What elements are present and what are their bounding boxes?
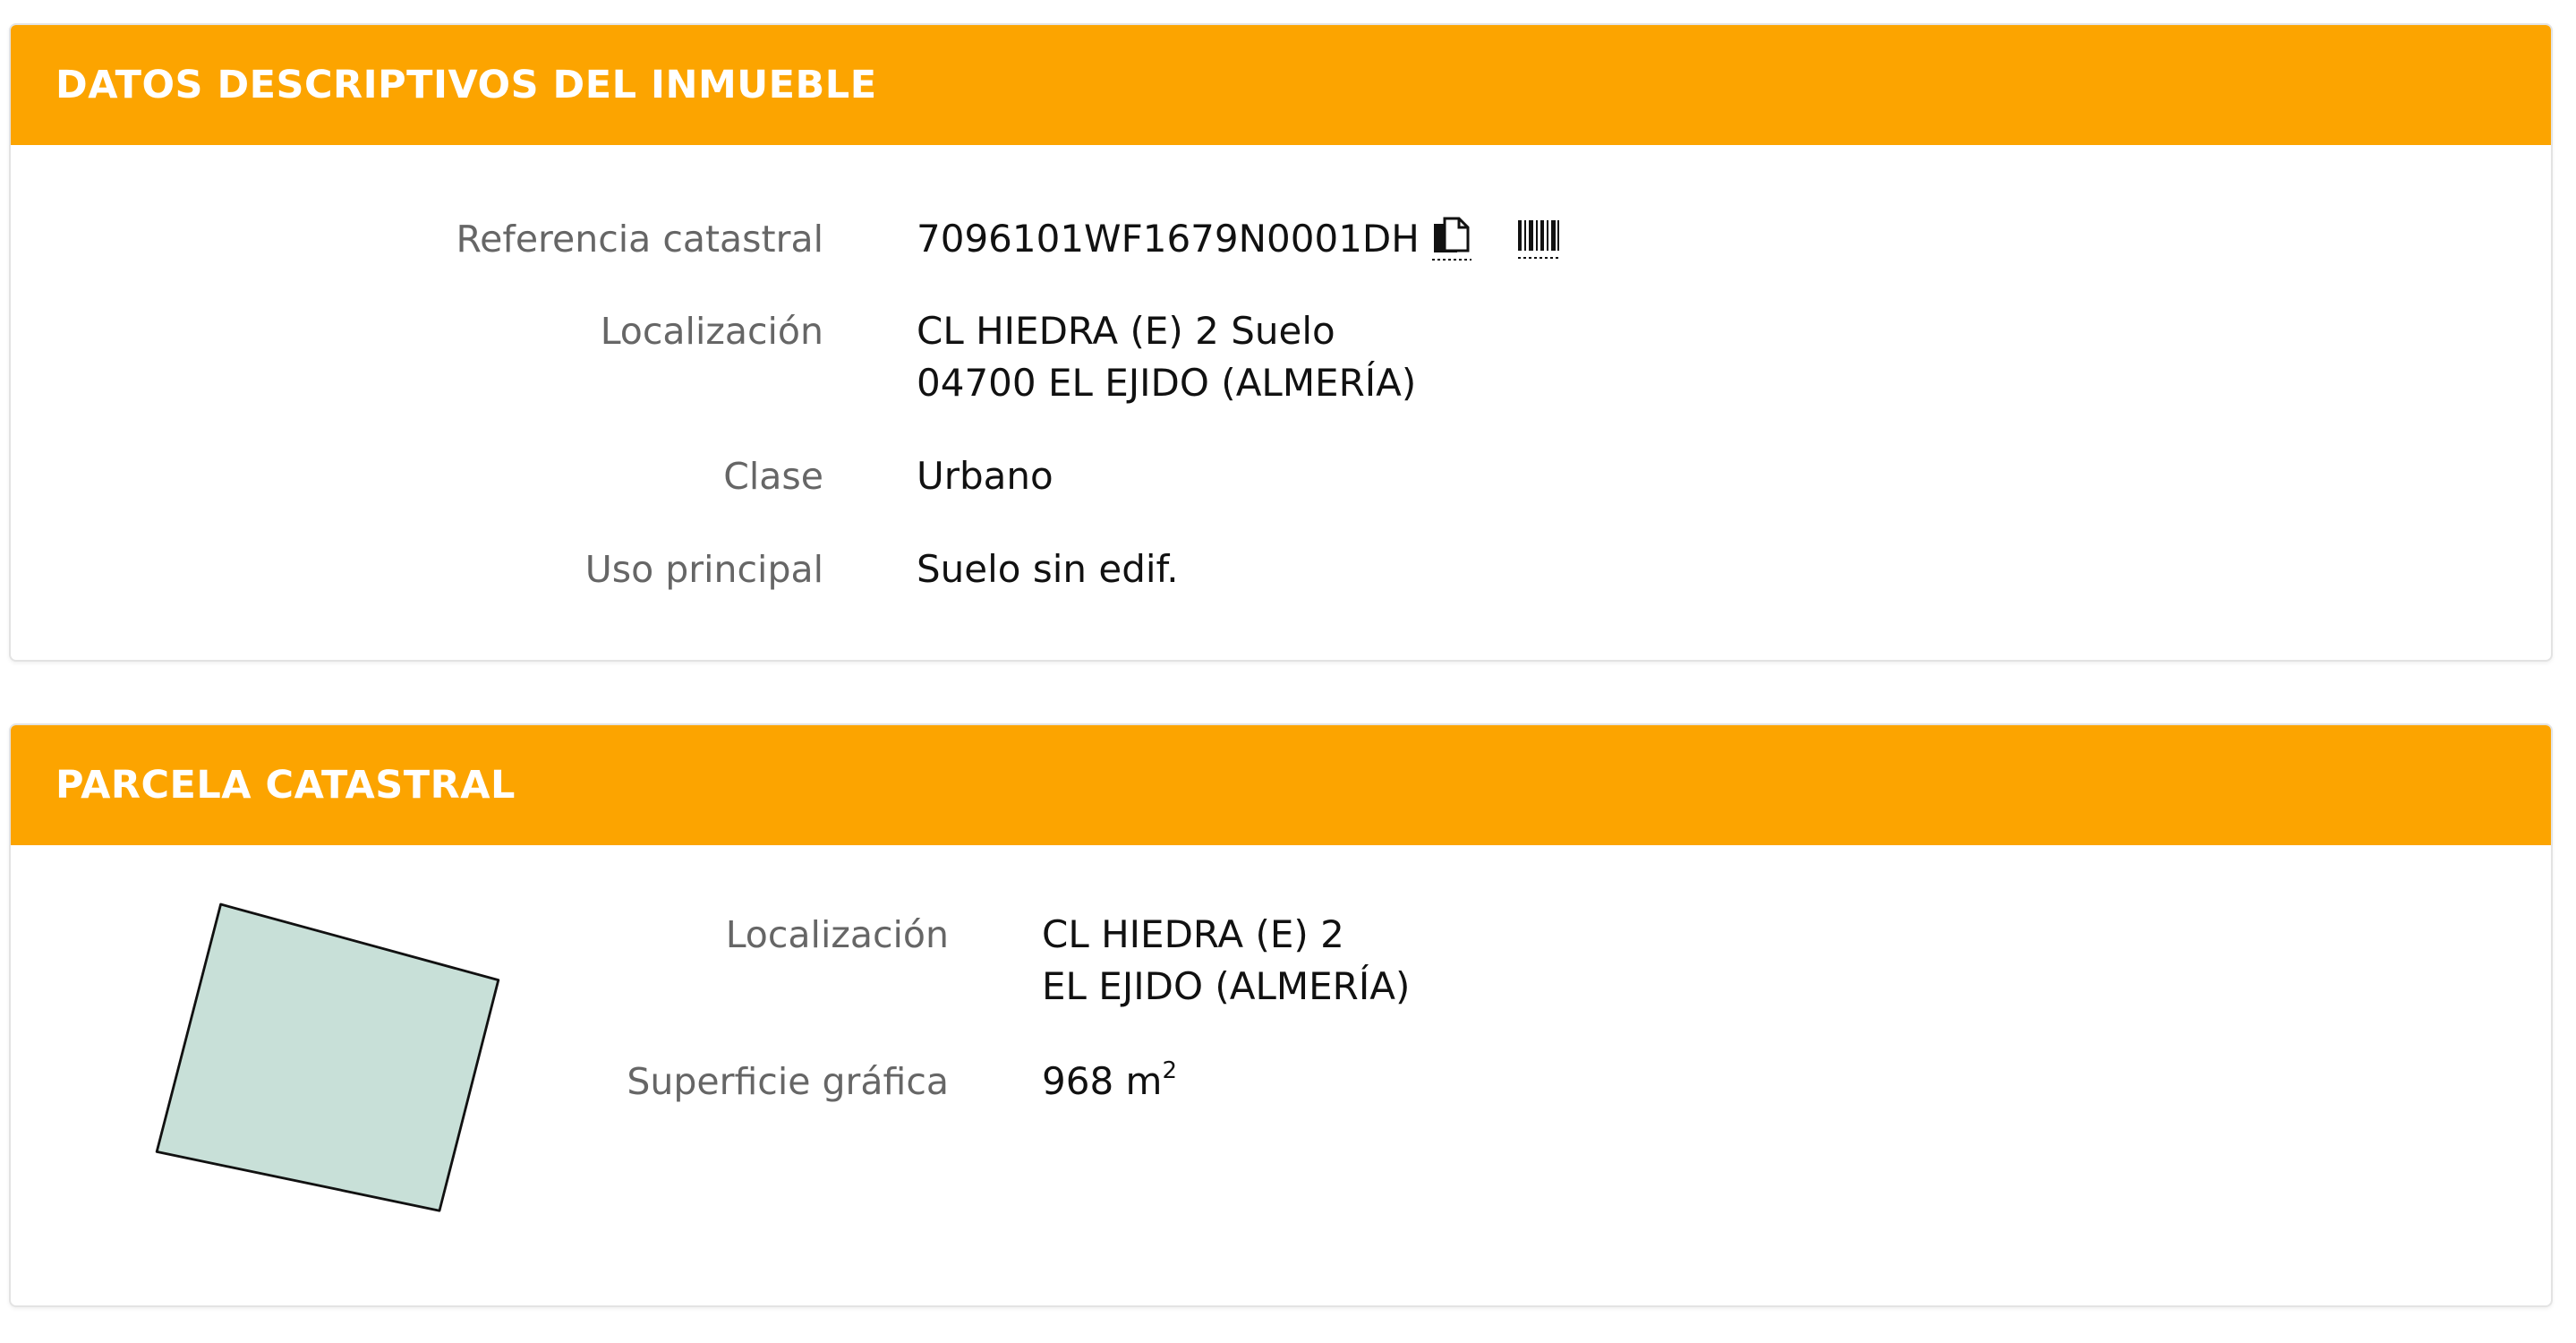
class-label: Clase	[723, 455, 823, 498]
graphic-area-exponent: 2	[1162, 1057, 1177, 1084]
parcel-location-label: Localización	[725, 913, 949, 956]
descriptive-data-header: DATOS DESCRIPTIVOS DEL INMUEBLE	[11, 25, 2551, 145]
copy-icon[interactable]	[1430, 215, 1473, 263]
cadastral-reference-row: 7096101WF1679N0001DH	[917, 213, 1561, 265]
parcel-shape-image[interactable]	[145, 891, 503, 1276]
cadastral-parcel-header: PARCELA CATASTRAL	[11, 725, 2551, 845]
cadastral-reference-label: Referencia catastral	[456, 218, 823, 261]
parcel-location-line-1: CL HIEDRA (E) 2	[1042, 912, 1344, 956]
parcel-location-value: CL HIEDRA (E) 2 EL EJIDO (ALMERÍA)	[1042, 909, 1410, 1013]
class-value: Urbano	[917, 454, 1053, 498]
cadastral-reference-value: 7096101WF1679N0001DH	[917, 217, 1420, 261]
graphic-area-value: 968 m2	[1042, 1056, 1177, 1108]
graphic-area-number: 968 m	[1042, 1059, 1163, 1103]
location-label: Localización	[600, 310, 823, 353]
main-use-label: Uso principal	[584, 548, 823, 591]
location-value: CL HIEDRA (E) 2 Suelo 04700 EL EJIDO (AL…	[917, 305, 1416, 409]
descriptive-data-panel: DATOS DESCRIPTIVOS DEL INMUEBLE Referenc…	[9, 23, 2553, 662]
cadastral-parcel-title: PARCELA CATASTRAL	[55, 763, 516, 808]
parcel-location-line-2: EL EJIDO (ALMERÍA)	[1042, 964, 1411, 1008]
graphic-area-label: Superficie gráfica	[627, 1060, 949, 1103]
cadastral-parcel-panel: PARCELA CATASTRAL Localización CL HIEDRA…	[9, 723, 2553, 1307]
descriptive-data-title: DATOS DESCRIPTIVOS DEL INMUEBLE	[55, 63, 877, 107]
location-line-1: CL HIEDRA (E) 2 Suelo	[917, 309, 1335, 353]
location-line-2: 04700 EL EJIDO (ALMERÍA)	[917, 361, 1417, 405]
main-use-value: Suelo sin edif.	[917, 547, 1179, 591]
parcel-polygon	[155, 902, 500, 1212]
barcode-icon[interactable]	[1516, 215, 1561, 263]
